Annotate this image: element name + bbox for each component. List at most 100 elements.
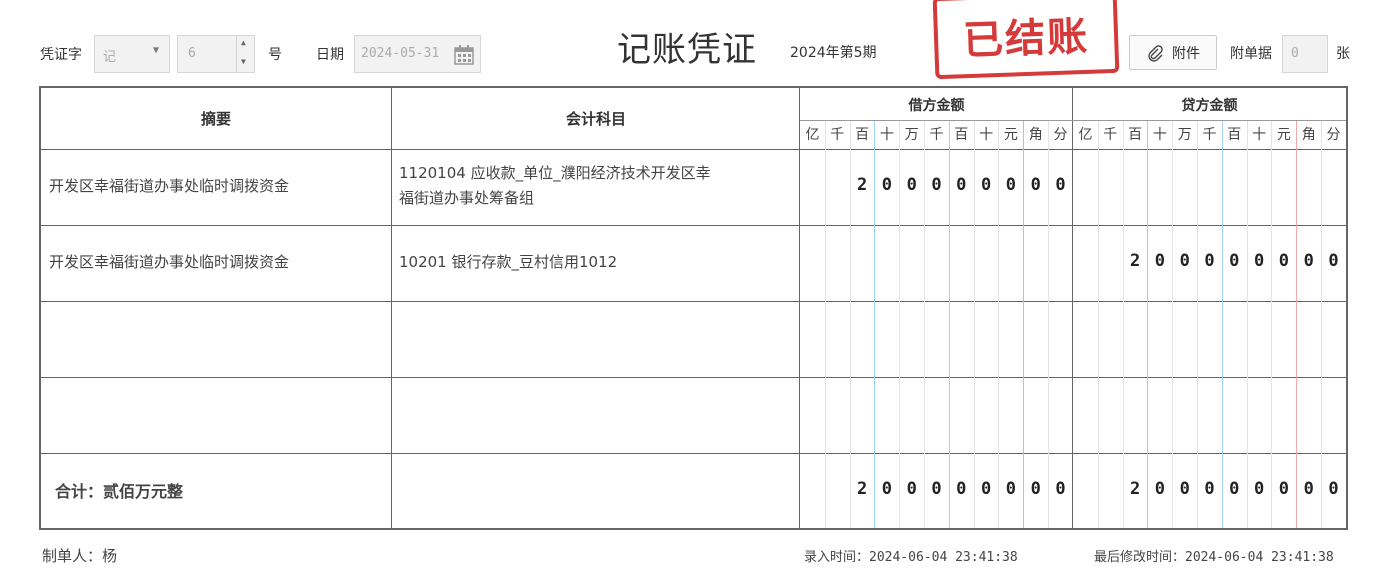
row-2-credit-digit: 0 bbox=[1229, 251, 1240, 271]
debit-unit-label: 元 bbox=[1003, 127, 1018, 143]
credit-unit-label: 亿 bbox=[1078, 127, 1093, 143]
row-1-debit-digit: 0 bbox=[1005, 175, 1017, 195]
voucher-number-value: 6 bbox=[188, 46, 196, 61]
debit-unit-label: 万 bbox=[904, 127, 919, 143]
row-divider bbox=[41, 149, 1346, 150]
total-debit-digit: 0 bbox=[1005, 479, 1017, 499]
merge-fix bbox=[391, 453, 392, 454]
period-label: 2024年第5期 bbox=[790, 45, 877, 61]
attached-docs-unit: 张 bbox=[1336, 46, 1350, 62]
credit-unit-label: 千 bbox=[1202, 127, 1217, 143]
total-debit-digit: 0 bbox=[1030, 479, 1041, 499]
entry-time: 录入时间：2024-06-04 23:41:38 bbox=[804, 550, 1018, 565]
row-1-debit-digit: 0 bbox=[956, 175, 967, 195]
total-credit-digit: 0 bbox=[1303, 479, 1314, 499]
row-2-credit-digit: 2 bbox=[1129, 251, 1141, 271]
digit-column-line bbox=[1172, 121, 1174, 528]
attachment-button[interactable]: 附件 bbox=[1129, 35, 1217, 70]
calendar-icon[interactable] bbox=[454, 45, 474, 65]
digit-column-line bbox=[1147, 121, 1149, 528]
credit-unit-label: 万 bbox=[1177, 127, 1192, 143]
col-header-summary: 摘要 bbox=[200, 110, 231, 128]
digit-column-line bbox=[1122, 121, 1124, 528]
row-1-summary[interactable]: 开发区幸福街道办事处临时调拨资金 bbox=[49, 174, 289, 199]
amount-header-divider bbox=[800, 120, 1346, 121]
row-2-account-line1[interactable]: 10201 银行存款_豆村信用1012 bbox=[399, 250, 617, 275]
total-credit-digit: 0 bbox=[1253, 479, 1265, 499]
stamp-text: 已结账 bbox=[962, 13, 1090, 65]
paperclip-icon bbox=[1148, 44, 1163, 62]
row-2-credit-digit: 0 bbox=[1204, 251, 1215, 271]
row-1-account-line1[interactable]: 1120104 应收款_单位_濮阳经济技术开发区幸 bbox=[399, 161, 711, 186]
debit-unit-label: 百 bbox=[954, 127, 969, 143]
row-1-account-line2[interactable]: 福街道办事处筹备组 bbox=[399, 186, 534, 211]
total-label: 合计：贰佰万元整 bbox=[55, 482, 184, 501]
total-credit-digit: 0 bbox=[1204, 479, 1215, 499]
row-1-debit-digit: 0 bbox=[881, 175, 893, 195]
total-credit-digit: 0 bbox=[1278, 479, 1290, 499]
total-debit-digit: 0 bbox=[881, 479, 893, 499]
debit-unit-label: 十 bbox=[979, 127, 994, 143]
attached-docs-label: 附单据 bbox=[1230, 46, 1272, 62]
credit-unit-label: 百 bbox=[1227, 127, 1242, 143]
digit-column-line bbox=[1221, 121, 1223, 528]
credit-unit-label: 元 bbox=[1276, 127, 1291, 143]
voucher-word-value: 记 bbox=[103, 50, 117, 65]
credit-unit-label: 十 bbox=[1152, 127, 1167, 143]
debit-unit-label: 十 bbox=[879, 127, 894, 143]
row-1-debit-digit: 0 bbox=[1055, 175, 1066, 195]
credit-unit-label: 百 bbox=[1128, 127, 1143, 143]
stepper-buttons: ▲ ▼ bbox=[236, 36, 255, 72]
digit-column-line bbox=[1296, 121, 1298, 528]
divider-debit-credit bbox=[1072, 88, 1073, 528]
debit-unit-label: 千 bbox=[929, 127, 944, 143]
digit-column-line bbox=[1271, 121, 1273, 528]
digit-column-line bbox=[1197, 121, 1198, 528]
col-header-debit: 借方金额 bbox=[908, 98, 965, 114]
total-row-merge bbox=[392, 454, 798, 528]
digit-column-line bbox=[1097, 121, 1099, 528]
page-title: 记账凭证 bbox=[617, 30, 757, 70]
stepper-down-icon[interactable]: ▼ bbox=[241, 57, 246, 66]
total-debit-digit: 0 bbox=[1055, 479, 1066, 499]
voucher-word-select[interactable]: 记 ▼ bbox=[94, 35, 170, 73]
row-2-credit-digit: 0 bbox=[1179, 251, 1190, 271]
row-1-debit-digit: 0 bbox=[1030, 175, 1041, 195]
total-debit-digit: 2 bbox=[856, 479, 868, 499]
row-2-credit-digit: 0 bbox=[1253, 251, 1265, 271]
voucher-grid bbox=[41, 88, 1346, 528]
row-1-debit-digit: 0 bbox=[931, 175, 942, 195]
debit-unit-label: 百 bbox=[855, 127, 870, 143]
date-field[interactable]: 2024-05-31 bbox=[354, 35, 481, 73]
debit-unit-label: 千 bbox=[830, 127, 845, 143]
total-credit-digit: 2 bbox=[1129, 479, 1141, 499]
total-debit-digit: 0 bbox=[931, 479, 942, 499]
row-2-credit-digit: 0 bbox=[1303, 251, 1314, 271]
row-divider bbox=[41, 225, 1346, 226]
row-2-summary[interactable]: 开发区幸福街道办事处临时调拨资金 bbox=[49, 250, 289, 275]
closed-stamp: 已结账 bbox=[932, 0, 1120, 80]
debit-unit-label: 分 bbox=[1053, 127, 1068, 143]
voucher-word-label: 凭证字 bbox=[40, 47, 82, 63]
row-divider bbox=[41, 377, 1346, 378]
col-header-credit: 贷方金额 bbox=[1181, 98, 1238, 114]
col-header-account: 会计科目 bbox=[565, 110, 626, 128]
row-2-credit-digit: 0 bbox=[1154, 251, 1166, 271]
date-label: 日期 bbox=[316, 47, 344, 63]
attached-docs-value: 0 bbox=[1291, 46, 1299, 61]
total-credit-digit: 0 bbox=[1179, 479, 1190, 499]
stepper-up-icon[interactable]: ▲ bbox=[241, 38, 246, 47]
total-debit-digit: 0 bbox=[980, 479, 992, 499]
chevron-down-icon: ▼ bbox=[153, 45, 160, 56]
voucher-number-stepper[interactable]: 6 ▲ ▼ bbox=[177, 35, 255, 73]
row-2-credit-digit: 0 bbox=[1278, 251, 1290, 271]
row-1-debit-digit: 0 bbox=[980, 175, 992, 195]
total-credit-digit: 0 bbox=[1154, 479, 1166, 499]
attachment-button-label: 附件 bbox=[1172, 45, 1200, 62]
digit-column-line bbox=[824, 121, 826, 528]
credit-unit-label: 千 bbox=[1103, 127, 1118, 143]
modified-time: 最后修改时间：2024-06-04 23:41:38 bbox=[1094, 550, 1334, 565]
row-2-credit-digit: 0 bbox=[1328, 251, 1339, 271]
digit-column-line bbox=[1321, 121, 1322, 528]
attached-docs-input[interactable]: 0 bbox=[1282, 35, 1328, 73]
